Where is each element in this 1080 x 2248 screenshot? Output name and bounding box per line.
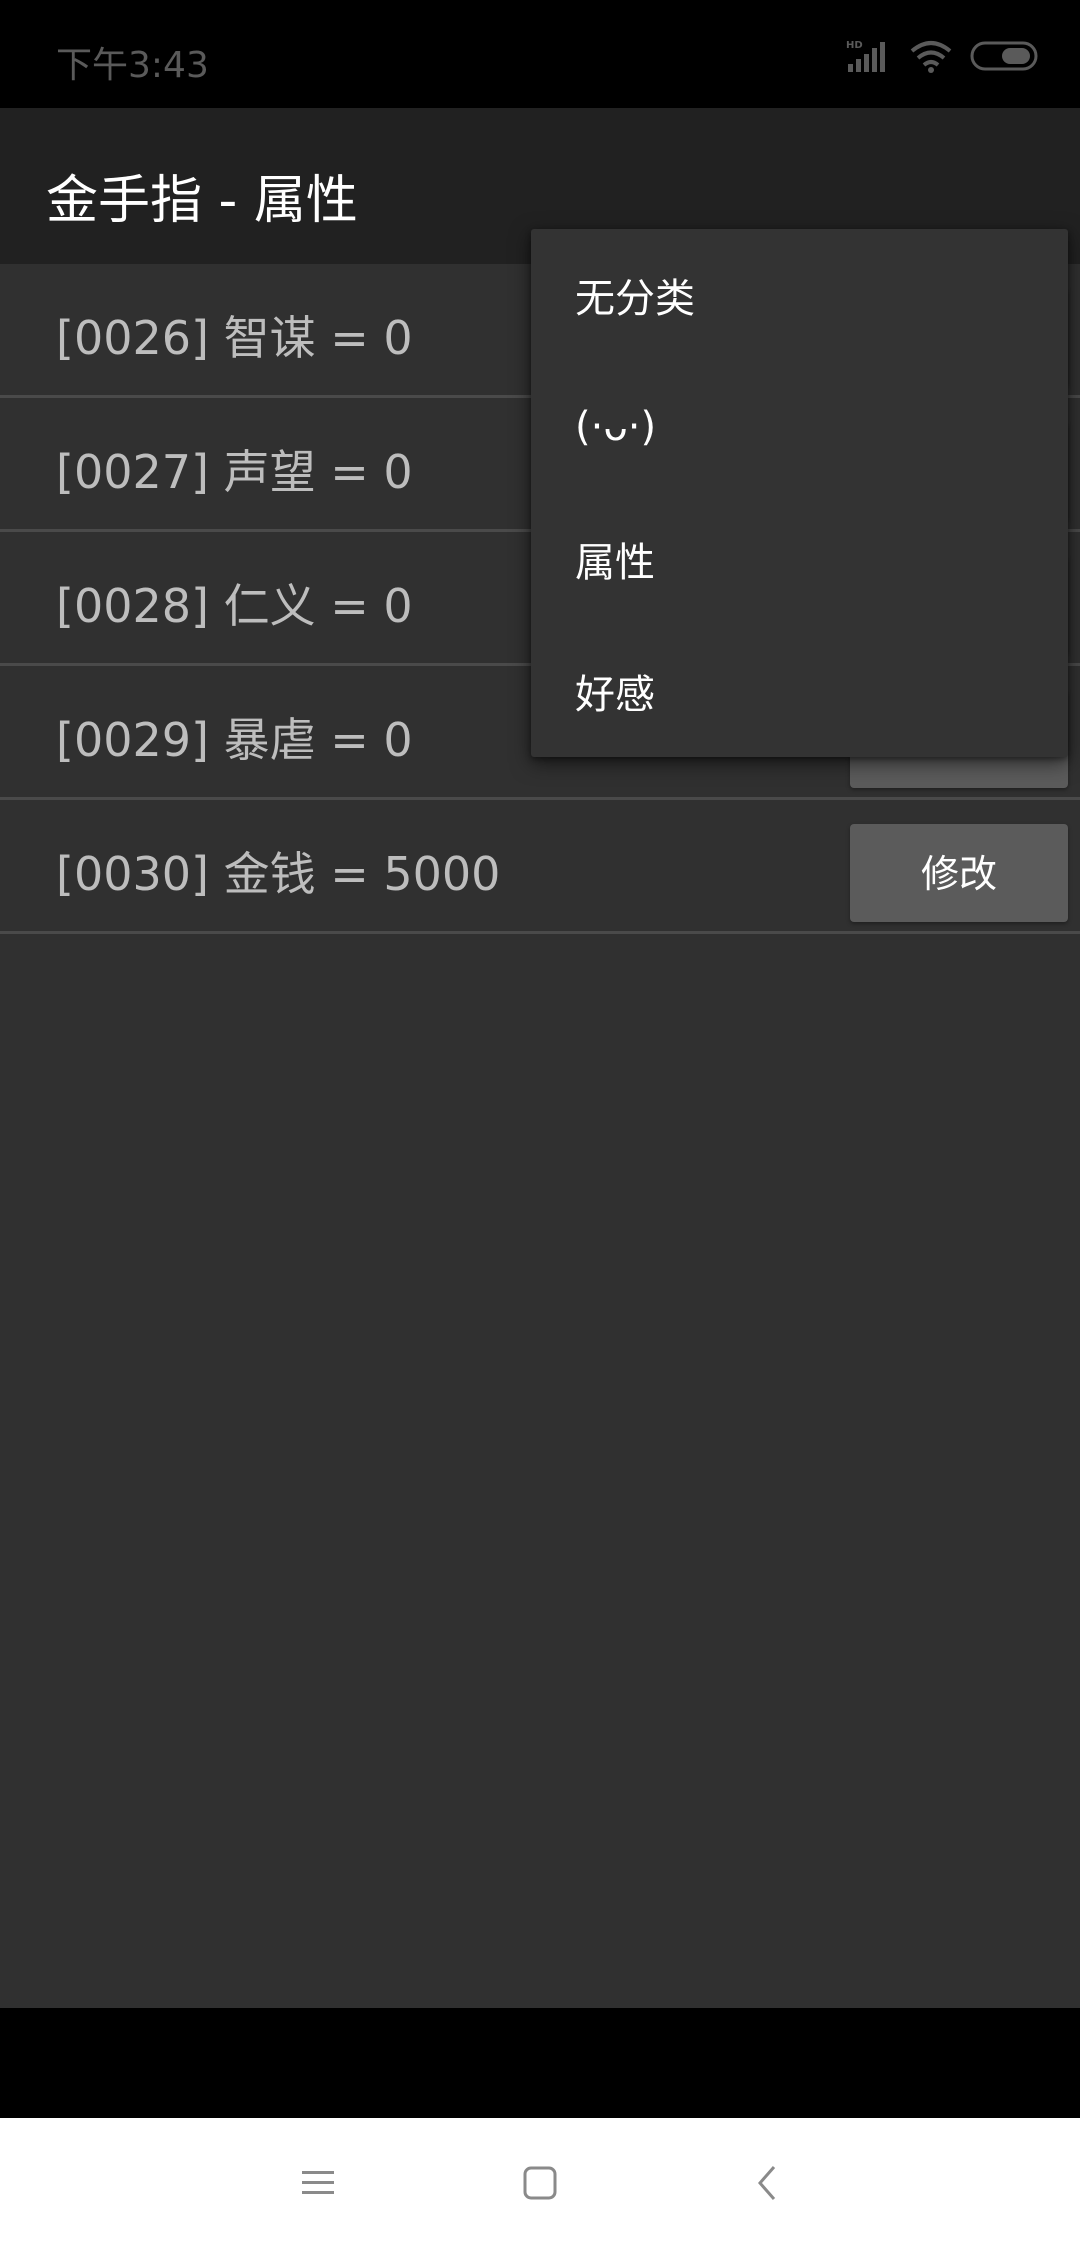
- menu-item-uncategorized[interactable]: 无分类: [531, 229, 1068, 361]
- home-icon[interactable]: [510, 2158, 570, 2208]
- app-content: 金手指 - 属性 [0026] 智谋 = 0 修改 [0027] 声望 = 0 …: [0, 108, 1080, 2008]
- list-item-label: [0027] 声望 = 0: [56, 445, 413, 499]
- bottom-spacer: [0, 2008, 1080, 2118]
- menu-item-emoticon[interactable]: (·ᴗ·): [531, 361, 1068, 493]
- list-item-label: [0029] 暴虐 = 0: [56, 713, 413, 767]
- list-item-label: [0026] 智谋 = 0: [56, 311, 413, 365]
- svg-text:HD: HD: [846, 40, 863, 51]
- category-popup-menu: 无分类 (·ᴗ·) 属性 好感: [531, 229, 1068, 757]
- menu-icon[interactable]: [288, 2158, 348, 2208]
- status-time: 下午3:43: [56, 45, 209, 86]
- hd-signal-icon: HD: [846, 38, 892, 74]
- menu-item-favor[interactable]: 好感: [531, 625, 1068, 757]
- list-item-label: [0030] 金钱 = 5000: [56, 847, 501, 901]
- status-icons: HD: [846, 36, 1040, 76]
- wifi-icon: [910, 39, 952, 73]
- battery-icon: [970, 40, 1040, 72]
- menu-item-attributes[interactable]: 属性: [531, 493, 1068, 625]
- list-item: [0030] 金钱 = 5000 修改: [0, 800, 1080, 934]
- status-bar: 下午3:43 HD: [0, 0, 1080, 108]
- edit-button[interactable]: 修改: [850, 824, 1068, 922]
- back-icon[interactable]: [737, 2158, 797, 2208]
- list-item-label: [0028] 仁义 = 0: [56, 579, 413, 633]
- screen: 下午3:43 HD 金手指 - 属性 [0026] 智谋 = 0 [0027] …: [0, 0, 1080, 2248]
- page-title: 金手指 - 属性: [46, 171, 358, 231]
- navigation-bar: [0, 2118, 1080, 2248]
